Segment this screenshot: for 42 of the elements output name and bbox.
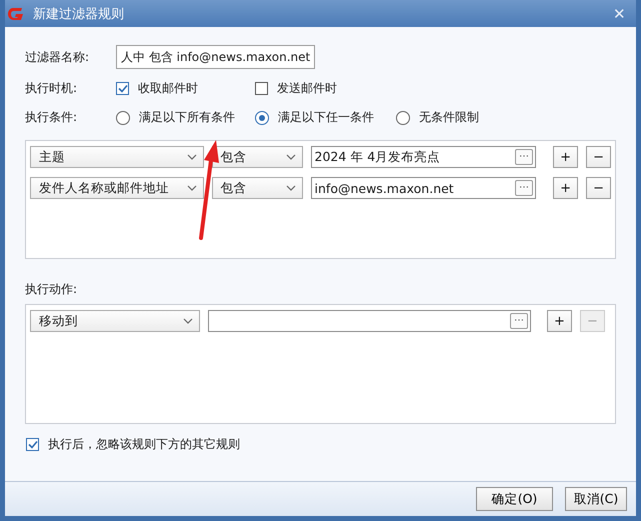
add-button[interactable]: +	[553, 177, 578, 199]
field-label: 过滤器名称:	[25, 48, 90, 66]
chevron-down-icon	[186, 185, 197, 191]
remove-button[interactable]: −	[586, 146, 611, 168]
operator-dropdown[interactable]: 包含	[212, 177, 303, 199]
browse-button[interactable]: ⋯	[515, 180, 534, 196]
chevron-down-icon	[286, 185, 296, 191]
radio-button[interactable]	[255, 110, 269, 124]
checkbox[interactable]	[255, 82, 268, 95]
section-label: 执行动作:	[25, 281, 78, 298]
radio-button[interactable]	[116, 110, 130, 124]
cancel-button[interactable]: 取消(C)	[565, 487, 627, 511]
filter-name-field[interactable]: 人中 包含 info@news.maxon.net	[116, 45, 316, 69]
value-field[interactable]: 2024 年 4月发布亮点 ⋯	[310, 146, 536, 168]
checkbox[interactable]	[26, 438, 39, 451]
chevron-down-icon	[286, 154, 296, 160]
app-logo-icon	[7, 6, 25, 22]
checkbox[interactable]	[116, 82, 129, 95]
radio-label: 满足以下任一条件	[278, 109, 374, 126]
chevron-down-icon	[186, 154, 197, 160]
add-button[interactable]: +	[547, 310, 572, 332]
value-field[interactable]: info@news.maxon.net ⋯	[310, 177, 536, 199]
checkbox-label: 收取邮件时	[138, 80, 198, 97]
field-dropdown[interactable]: 主题	[30, 146, 204, 168]
remove-button[interactable]: −	[586, 177, 611, 199]
field-label: 执行条件:	[25, 109, 78, 126]
radio-label: 满足以下所有条件	[139, 109, 235, 126]
field-label: 执行时机:	[25, 80, 78, 97]
field-dropdown[interactable]: 发件人名称或邮件地址	[30, 177, 204, 199]
target-field[interactable]: ⋯	[208, 310, 531, 332]
radio-label: 无条件限制	[419, 109, 479, 126]
browse-button[interactable]: ⋯	[515, 149, 534, 165]
ok-button[interactable]: 确定(O)	[476, 487, 553, 511]
checkbox-label: 执行后，忽略该规则下方的其它规则	[48, 436, 240, 453]
checkbox-label: 发送邮件时	[277, 80, 337, 97]
action-dropdown[interactable]: 移动到	[30, 310, 200, 332]
chevron-down-icon	[183, 318, 193, 324]
operator-dropdown[interactable]: 包含	[212, 146, 303, 168]
browse-button[interactable]: ⋯	[510, 313, 528, 329]
add-button[interactable]: +	[553, 146, 578, 168]
radio-button[interactable]	[396, 110, 410, 124]
window-title: 新建过滤器规则	[33, 6, 125, 22]
